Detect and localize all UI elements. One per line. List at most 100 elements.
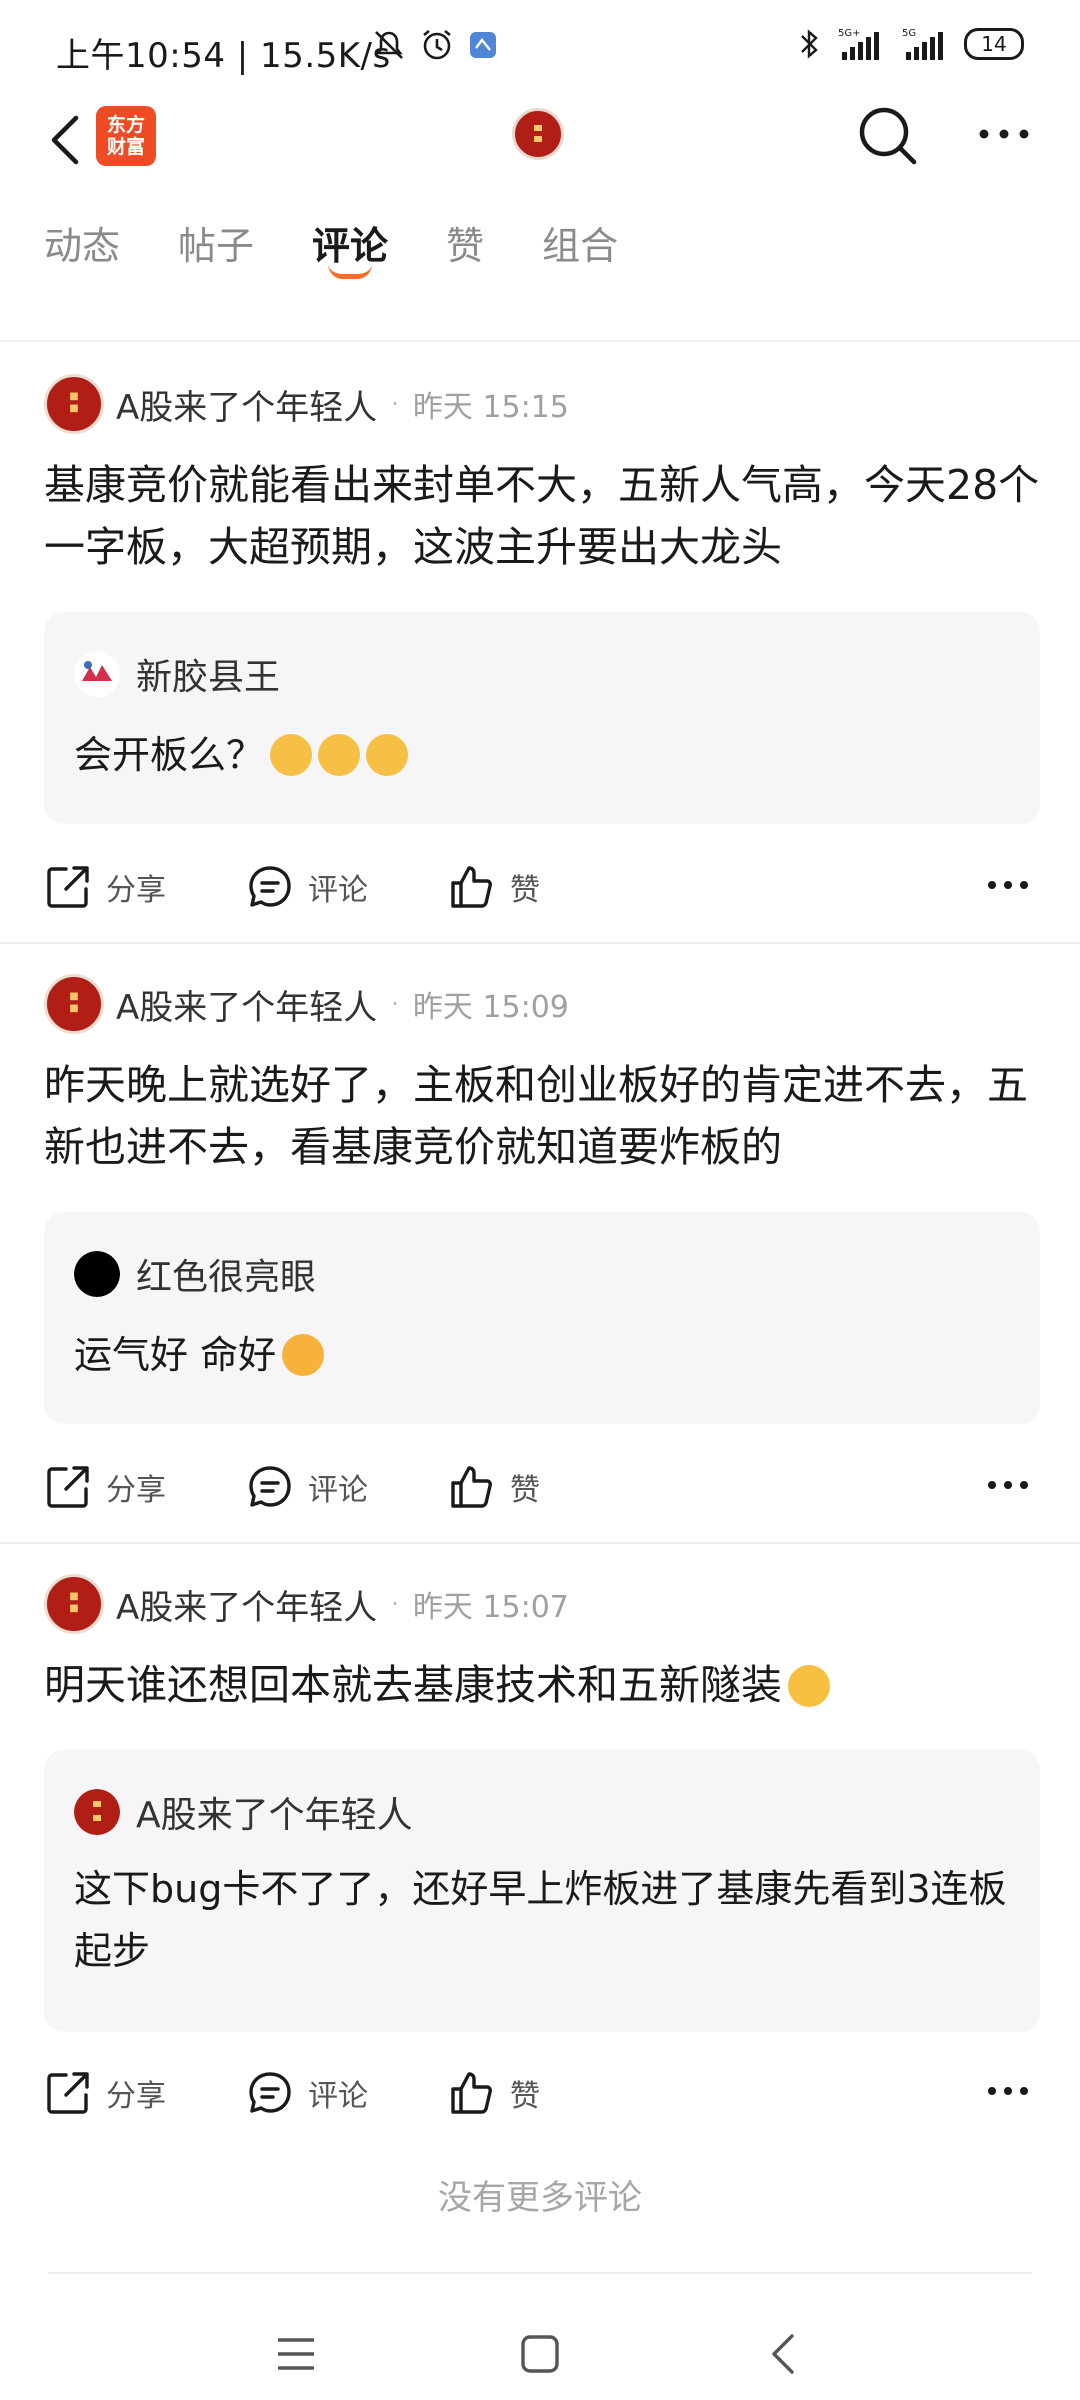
battery-indicator: 14 xyxy=(964,28,1024,60)
status-time: 上午10:54 | 15.5K/s xyxy=(56,36,391,76)
username[interactable]: A股来了个年轻人 xyxy=(116,380,377,429)
dizzy-face-emoji-icon xyxy=(318,734,361,776)
divider xyxy=(0,942,1080,944)
timestamp: 昨天 15:07 xyxy=(412,1590,569,1625)
like-button[interactable]: 赞 xyxy=(448,1463,540,1511)
tab-likes[interactable]: 赞 xyxy=(446,215,484,285)
quote-username[interactable]: A股来了个年轻人 xyxy=(136,1786,413,1838)
divider xyxy=(0,1542,1080,1544)
comment-text: 明天谁还想回本就去基康技术和五新隧装 xyxy=(44,1661,782,1709)
like-label: 赞 xyxy=(510,2079,540,2114)
separator-dot: · xyxy=(391,990,399,1018)
comment-icon xyxy=(249,1466,291,1507)
system-navigation-bar xyxy=(0,2300,1080,2400)
more-horizontal-icon[interactable] xyxy=(986,870,1030,900)
more-horizontal-icon[interactable] xyxy=(986,1470,1030,1500)
menu-icon[interactable] xyxy=(276,2336,316,2372)
quote-header: 新胶县王 xyxy=(74,648,280,700)
bluetooth-icon xyxy=(801,29,818,59)
divider xyxy=(0,340,1080,342)
laughing-face-emoji-icon xyxy=(282,1334,325,1376)
profile-avatar[interactable] xyxy=(512,108,564,160)
top-nav-bar: 东方 财富 xyxy=(0,100,1080,210)
search-icon xyxy=(859,107,917,165)
quoted-comment[interactable]: A股来了个年轻人 这下bug卡不了了，还好早上炸板进了基康先看到3连板起步 xyxy=(44,1750,1040,2032)
quote-username[interactable]: 新胶县王 xyxy=(136,648,280,700)
comment-button[interactable]: 评论 xyxy=(246,1463,368,1511)
username[interactable]: A股来了个年轻人 xyxy=(116,1580,377,1629)
comment-item: ■ ■ A股来了个年轻人 · 昨天 15:07 明天谁还想回本就去基康技术和五新隧… xyxy=(0,1572,1080,2152)
like-button[interactable]: 赞 xyxy=(448,2069,540,2117)
comment-button[interactable]: 评论 xyxy=(246,2069,368,2117)
comment-header: ■ ■ A股来了个年轻人 · 昨天 15:07 xyxy=(44,1572,569,1636)
share-button[interactable]: 分享 xyxy=(44,863,166,911)
share-icon xyxy=(47,866,89,908)
avatar-seal-icon: ■ ■ xyxy=(69,1591,79,1614)
thumbs-up-icon xyxy=(451,866,492,908)
quote-text-line: 运气好 命好 xyxy=(74,1324,1014,1386)
comment-text-line[interactable]: 明天谁还想回本就去基康技术和五新隧装 xyxy=(44,1654,1040,1716)
thumbs-up-icon xyxy=(451,2072,492,2114)
signal-5g-plus-icon: 5G+ xyxy=(838,28,879,60)
avatar[interactable]: ■ ■ xyxy=(44,974,104,1034)
like-label: 赞 xyxy=(510,1473,540,1508)
svg-text:5G: 5G xyxy=(902,28,916,39)
comment-icon xyxy=(249,2072,291,2113)
divider xyxy=(48,2272,1032,2274)
search-button[interactable] xyxy=(856,104,920,168)
comment-label: 评论 xyxy=(308,2079,368,2114)
avatar[interactable]: ■ ■ xyxy=(44,374,104,434)
quote-text: 运气好 命好 xyxy=(74,1333,277,1377)
quoted-comment[interactable]: 红色很亮眼 运气好 命好 xyxy=(44,1212,1040,1424)
back-button[interactable] xyxy=(36,110,96,170)
comment-actions: 分享 评论 赞 xyxy=(44,852,1040,922)
quote-avatar[interactable] xyxy=(74,1251,120,1297)
like-button[interactable]: 赞 xyxy=(448,863,540,911)
share-icon xyxy=(47,1466,89,1508)
quote-header: 红色很亮眼 xyxy=(74,1248,316,1300)
brand-line-1: 东方 xyxy=(106,114,145,136)
timestamp: 昨天 15:09 xyxy=(412,990,569,1025)
quote-text: 会开板么？ xyxy=(74,733,265,777)
quote-header: A股来了个年轻人 xyxy=(74,1786,413,1838)
status-icons-right: 5G+ 5G 14 xyxy=(798,26,1024,62)
quoted-comment[interactable]: 新胶县王 会开板么？ xyxy=(44,612,1040,824)
separator-dot: · xyxy=(391,1590,399,1618)
share-icon xyxy=(47,2072,89,2114)
profile-tabs: 动态 帖子 评论 赞 组合 xyxy=(44,215,676,285)
comment-icon xyxy=(249,866,291,907)
share-button[interactable]: 分享 xyxy=(44,1463,166,1511)
share-label: 分享 xyxy=(106,873,166,908)
dizzy-face-emoji-icon xyxy=(366,734,409,776)
tab-portfolio[interactable]: 组合 xyxy=(542,215,618,285)
like-label: 赞 xyxy=(510,873,540,908)
avatar-seal-icon: ■ ■ xyxy=(69,991,79,1014)
tab-posts[interactable]: 帖子 xyxy=(178,215,254,285)
tab-comments[interactable]: 评论 xyxy=(312,215,388,285)
comment-label: 评论 xyxy=(308,873,368,908)
brand-line-2: 财富 xyxy=(106,136,145,158)
comment-text[interactable]: 昨天晚上就选好了，主板和创业板好的肯定进不去，五新也进不去，看基康竞价就知道要炸… xyxy=(44,1054,1040,1178)
username[interactable]: A股来了个年轻人 xyxy=(116,980,377,1029)
thumbs-up-icon xyxy=(451,1466,492,1508)
avatar-seal-icon: ■ ■ xyxy=(69,391,79,414)
separator-dot: · xyxy=(391,390,399,418)
avatar[interactable]: ■ ■ xyxy=(44,1574,104,1634)
status-icons-left xyxy=(372,28,498,62)
more-horizontal-icon[interactable] xyxy=(986,2076,1030,2106)
home-icon[interactable] xyxy=(520,2334,560,2374)
tab-dynamics[interactable]: 动态 xyxy=(44,215,120,285)
comment-label: 评论 xyxy=(308,1473,368,1508)
share-button[interactable]: 分享 xyxy=(44,2069,166,2117)
quote-username[interactable]: 红色很亮眼 xyxy=(136,1248,316,1300)
quote-avatar[interactable] xyxy=(74,651,120,697)
comment-text[interactable]: 基康竞价就能看出来封单不大，五新人气高，今天28个一字板，大超预期，这波主升要出… xyxy=(44,454,1040,578)
status-bar: 上午10:54 | 15.5K/s 5G+ 5G 14 xyxy=(0,0,1080,100)
back-nav-icon[interactable] xyxy=(768,2332,798,2376)
quote-avatar[interactable] xyxy=(74,1789,120,1835)
comment-button[interactable]: 评论 xyxy=(246,863,368,911)
more-options-button[interactable] xyxy=(974,114,1034,154)
quote-text: 这下bug卡不了了，还好早上炸板进了基康先看到3连板起步 xyxy=(74,1867,1007,1973)
eastmoney-logo[interactable]: 东方 财富 xyxy=(96,106,156,166)
comment-header: ■ ■ A股来了个年轻人 · 昨天 15:15 xyxy=(44,372,569,436)
